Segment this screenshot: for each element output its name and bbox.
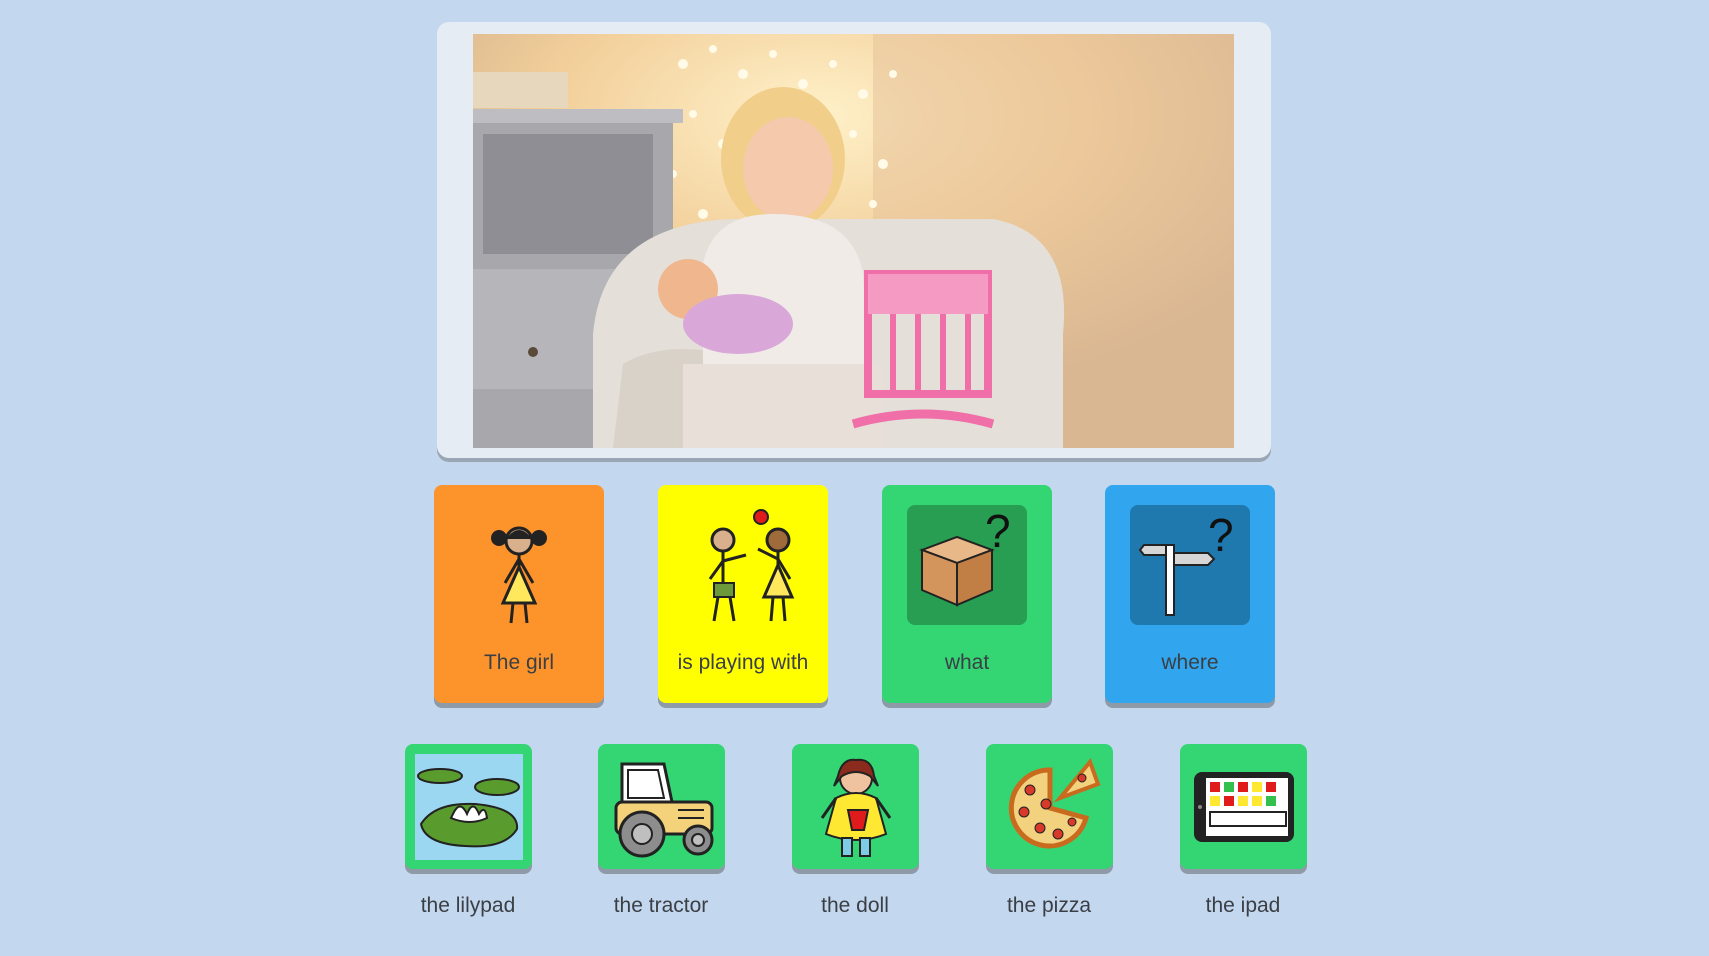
object-label: the pizza (1006, 894, 1092, 917)
card-label: is playing with (677, 651, 809, 674)
svg-text:?: ? (1208, 509, 1234, 561)
children-playing-ball-icon (658, 505, 828, 625)
girl-icon (434, 505, 604, 625)
object-card-tractor[interactable] (598, 744, 725, 869)
card-is-playing-with[interactable]: is playing with (658, 485, 828, 703)
object-label: the doll (821, 894, 889, 917)
object-card-doll[interactable] (792, 744, 919, 869)
card-where[interactable]: ? where (1105, 485, 1275, 703)
card-the-girl[interactable]: The girl (434, 485, 604, 703)
svg-text:?: ? (985, 505, 1011, 557)
ipad-icon (1188, 752, 1299, 861)
card-what[interactable]: ? what (882, 485, 1052, 703)
scene-photo-frame (437, 22, 1271, 458)
object-label: the ipad (1205, 894, 1281, 917)
scene-photo (473, 34, 1234, 448)
signpost-question-icon: ? (1105, 505, 1275, 625)
object-label: the tractor (613, 894, 709, 917)
pizza-icon (994, 752, 1105, 861)
card-label: The girl (483, 651, 555, 674)
box-question-icon: ? (882, 505, 1052, 625)
lilypad-icon (413, 752, 524, 861)
object-card-lilypad[interactable] (405, 744, 532, 869)
object-card-ipad[interactable] (1180, 744, 1307, 869)
doll-icon (800, 752, 911, 861)
tractor-icon (606, 752, 717, 861)
object-label: the lilypad (420, 894, 516, 917)
object-card-pizza[interactable] (986, 744, 1113, 869)
card-label: what (944, 651, 990, 674)
card-label: where (1161, 651, 1219, 674)
